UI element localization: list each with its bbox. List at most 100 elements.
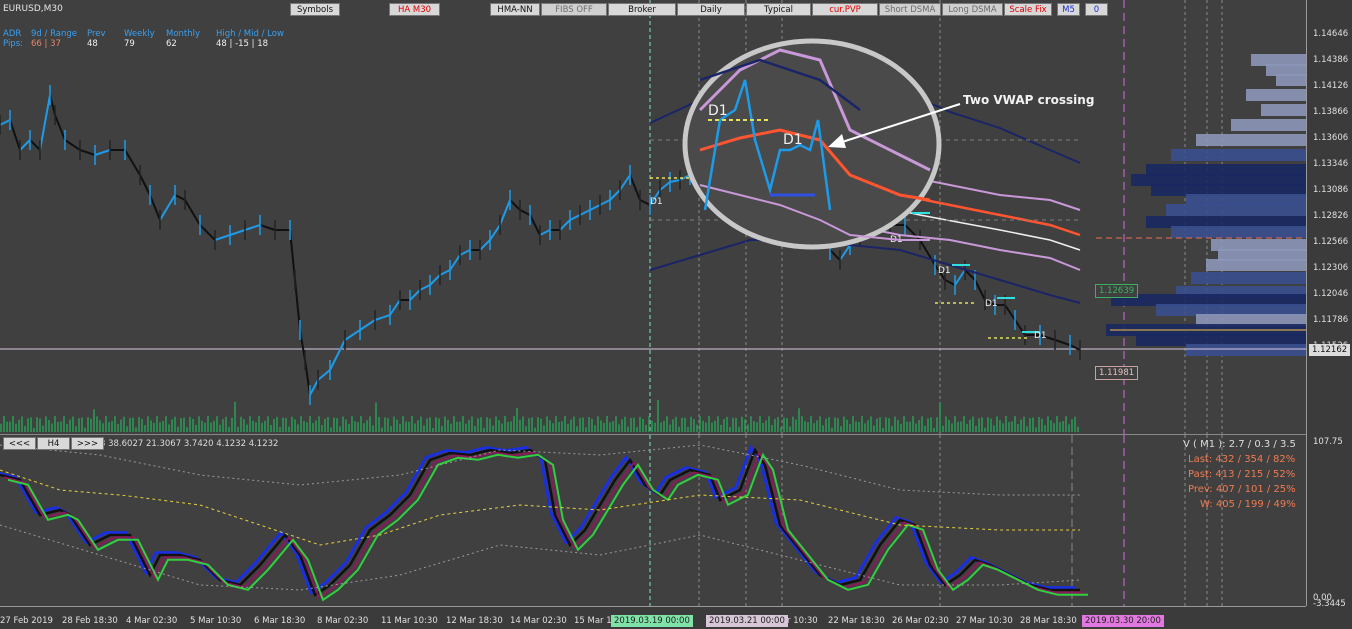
ha-m30-button[interactable]: HA M30 bbox=[389, 3, 440, 16]
price-tick-label: 1.13866 bbox=[1313, 107, 1349, 117]
price-tick-label: 1.14646 bbox=[1313, 29, 1349, 39]
price-candle-segment bbox=[449, 254, 461, 271]
stats-prev-value: 48 bbox=[87, 39, 98, 49]
stats-hml-value: 48 | -15 | 18 bbox=[216, 39, 269, 49]
broker-button[interactable]: Broker bbox=[608, 3, 676, 16]
price-candle-segment bbox=[639, 199, 651, 206]
time-label: 8 Mar 02:30 bbox=[317, 616, 369, 626]
price-candle-segment bbox=[539, 229, 551, 236]
symbol-label: EURUSD,M30 bbox=[3, 4, 63, 14]
cur-pvp-button[interactable]: cur.PVP bbox=[812, 3, 878, 16]
nav-next-button[interactable]: >>> bbox=[71, 437, 104, 450]
time-axis[interactable]: 27 Feb 2019 28 Feb 18:30 4 Mar 02:30 5 Mar … bbox=[0, 606, 1306, 629]
price-candle-segment bbox=[1004, 304, 1016, 321]
nav-prev-button[interactable]: <<< bbox=[3, 437, 36, 450]
price-candle-segment bbox=[499, 199, 511, 226]
past-stats: Past: 413 / 215 / 52% bbox=[1188, 469, 1296, 480]
price-candle-segment bbox=[139, 174, 151, 196]
price-tick-label: 1.13606 bbox=[1313, 133, 1349, 143]
time-label: 15 Mar 1 bbox=[574, 616, 612, 626]
price-candle-segment bbox=[569, 214, 581, 221]
counter-button[interactable]: 0 bbox=[1085, 3, 1108, 16]
price-candle-segment bbox=[309, 379, 319, 396]
time-label: 26 Mar 02:30 bbox=[892, 616, 949, 626]
vwap-lower-band-2 bbox=[649, 239, 1081, 304]
price-candle-segment bbox=[199, 224, 216, 241]
volume-profile-bar bbox=[1166, 204, 1306, 216]
volume-profile-bar bbox=[1246, 89, 1306, 101]
price-candle-segment bbox=[589, 204, 601, 211]
price-candle-segment bbox=[1054, 339, 1071, 346]
price-candle-segment bbox=[599, 199, 611, 206]
price-candle-segment bbox=[974, 279, 986, 301]
price-candle-segment bbox=[409, 289, 421, 301]
price-candle-segment bbox=[79, 149, 96, 156]
typical-button[interactable]: Typical bbox=[746, 3, 811, 16]
volume-stats: V ( M1 ): 2.7 / 0.3 / 3.5 bbox=[1183, 439, 1296, 450]
daily-button[interactable]: Daily bbox=[677, 3, 745, 16]
stats-range-value: 66 | 37 bbox=[31, 39, 61, 49]
price-tick-label: 1.14386 bbox=[1313, 55, 1349, 65]
price-candle-segment bbox=[609, 189, 621, 201]
d1-label: D1 bbox=[1034, 331, 1047, 341]
price-tick-label: 1.13086 bbox=[1313, 185, 1349, 195]
d1-label: D1 bbox=[650, 197, 663, 207]
price-candle-segment bbox=[479, 239, 491, 251]
oscillator-scale-max: 107.75 bbox=[1313, 437, 1343, 447]
oscillator-window[interactable]: 3 38.6027 21.3067 3.7420 4.1232 4.1232 V… bbox=[0, 434, 1306, 607]
stats-weekly-header: Weekly bbox=[124, 29, 155, 39]
long-dsma-button[interactable]: Long DSMA bbox=[942, 3, 1003, 16]
annotation-text: Two VWAP crossing bbox=[963, 93, 1095, 107]
price-candle-segment bbox=[489, 224, 501, 241]
price-candle-segment bbox=[669, 179, 681, 183]
price-candle-segment bbox=[9, 119, 21, 151]
stats-monthly-value: 62 bbox=[166, 39, 177, 49]
price-candle-segment bbox=[64, 139, 81, 151]
zoom-d1-label: D1 bbox=[708, 103, 728, 119]
price-candle-segment bbox=[519, 209, 531, 216]
price-candle-segment bbox=[329, 339, 346, 371]
time-marker-3: 2019.03.30 20:00 bbox=[1082, 615, 1164, 627]
price-axis[interactable]: 1.14646 1.14386 1.14126 1.13866 1.13606 1.133… bbox=[1306, 0, 1352, 609]
time-label: 27 Mar 10:30 bbox=[956, 616, 1013, 626]
hma-nn-button[interactable]: HMA-NN bbox=[490, 3, 540, 16]
price-candle-segment bbox=[19, 139, 31, 151]
price-candle-segment bbox=[529, 214, 541, 236]
stats-pips-label: Pips: bbox=[3, 39, 23, 49]
price-candle-segment bbox=[559, 219, 571, 231]
fibs-off-button[interactable]: FIBS OFF bbox=[541, 3, 607, 16]
last-stats: Last: 432 / 354 / 82% bbox=[1188, 454, 1296, 465]
time-marker-2: 2019.03.21 00:00 bbox=[706, 615, 788, 627]
price-candle-segment bbox=[579, 209, 591, 216]
volume-profile-bar bbox=[1196, 134, 1306, 146]
scale-fix-button[interactable]: Scale Fix bbox=[1004, 3, 1052, 16]
price-candle-segment bbox=[39, 94, 51, 151]
price-candle-segment bbox=[259, 224, 276, 231]
short-dsma-button[interactable]: Short DSMA bbox=[879, 3, 941, 16]
volume-profile-bar bbox=[1171, 149, 1306, 161]
nav-timeframe-button[interactable]: H4 bbox=[37, 437, 70, 450]
time-label: 14 Mar 02:30 bbox=[510, 616, 567, 626]
oscillator-values: 3 38.6027 21.3067 3.7420 4.1232 4.1232 bbox=[100, 439, 279, 449]
price-tick-label: 1.12566 bbox=[1313, 237, 1349, 247]
oscillator-upper-band bbox=[0, 444, 1080, 496]
price-candle-segment bbox=[149, 194, 161, 221]
price-candle-segment bbox=[629, 174, 641, 201]
oscillator-canvas[interactable] bbox=[0, 435, 1306, 607]
stats-weekly-value: 79 bbox=[124, 39, 135, 49]
price-tick-label: 1.11786 bbox=[1313, 315, 1349, 325]
volume-profile-bar bbox=[1186, 344, 1306, 356]
time-label: 12 Mar 18:30 bbox=[446, 616, 503, 626]
current-price-badge: 1.12162 bbox=[1309, 344, 1351, 356]
price-candle-segment bbox=[29, 139, 41, 151]
stats-range-header: 9d / Range bbox=[31, 29, 78, 39]
price-candle-segment bbox=[829, 249, 841, 261]
w-stats: W: 405 / 199 / 49% bbox=[1200, 499, 1296, 510]
level-high-badge: 1.12639 bbox=[1095, 284, 1139, 298]
price-candle-segment bbox=[944, 279, 956, 286]
timeframe-m5-button[interactable]: M5 bbox=[1057, 3, 1080, 16]
main-chart[interactable]: D1 D1 D1 D1 D1 D1 D1 EURUSD,M30 ADR 9d / Range… bbox=[0, 0, 1306, 434]
price-tick-label: 1.12306 bbox=[1313, 263, 1349, 273]
time-label: 28 Mar 18:30 bbox=[1020, 616, 1077, 626]
symbols-button[interactable]: Symbols bbox=[290, 3, 340, 16]
